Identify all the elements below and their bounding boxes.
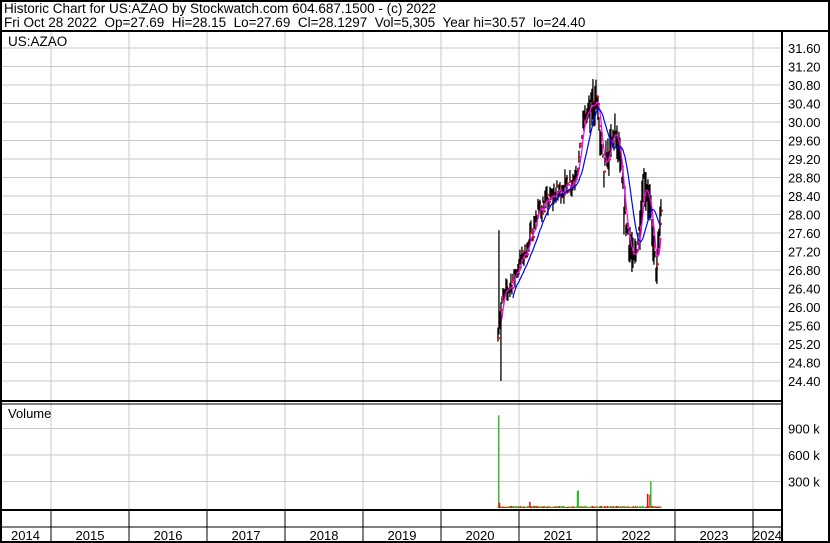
year-label: 2015 [76,528,105,543]
volume-legend: Volume [8,406,51,421]
close-tick [579,142,582,145]
year-label: 2017 [232,528,261,543]
close-tick [603,170,606,173]
year-label: 2016 [154,528,183,543]
close-tick [521,250,524,253]
price-tick-label: 24.80 [788,356,821,371]
year-label: 2019 [388,528,417,543]
close-tick [541,212,544,215]
year-label: 2020 [466,528,495,543]
symbol-legend: US:AZAO [8,34,67,49]
price-tick-label: 30.80 [788,78,821,93]
close-tick [510,281,513,284]
close-tick [546,193,549,196]
close-tick [497,337,500,340]
price-tick-label: 30.40 [788,97,821,112]
stock-chart-window: Historic Chart for US:AZAO by Stockwatch… [0,0,830,543]
year-label: 2024 [753,528,782,543]
volume-tick-label: 900 k [788,422,820,437]
price-tick-label: 28.40 [788,189,821,204]
close-tick [660,209,663,212]
year-label: 2022 [622,528,651,543]
price-tick-label: 27.60 [788,226,821,241]
price-tick-label: 31.20 [788,60,821,75]
close-tick [596,95,599,98]
year-label: 2023 [700,528,729,543]
price-tick-label: 27.20 [788,245,821,260]
price-tick-label: 26.80 [788,263,821,278]
close-tick [543,210,546,213]
volume-tick-label: 600 k [788,448,820,463]
year-label: 2014 [11,528,40,543]
chart-border [0,0,830,543]
price-tick-label: 30.00 [788,115,821,130]
price-tick-label: 26.40 [788,282,821,297]
price-tick-label: 28.00 [788,208,821,223]
year-label: 2021 [544,528,573,543]
chart-canvas: 31.60 31.20 30.80 30.40 30.00 29.60 29.20 28.80… [0,0,830,543]
price-tick-label: 24.40 [788,374,821,389]
price-tick-label: 29.20 [788,152,821,167]
price-tick-label: 25.60 [788,319,821,334]
price-tick-label: 31.60 [788,41,821,56]
year-label: 2018 [310,528,339,543]
close-tick [548,200,551,203]
price-tick-label: 28.80 [788,171,821,186]
price-tick-label: 25.20 [788,337,821,352]
close-tick [598,125,601,128]
volume-tick-label: 300 k [788,475,820,490]
price-tick-label: 26.00 [788,300,821,315]
price-tick-label: 29.60 [788,134,821,149]
close-tick [656,263,659,266]
short-moving-average-line [501,101,662,320]
